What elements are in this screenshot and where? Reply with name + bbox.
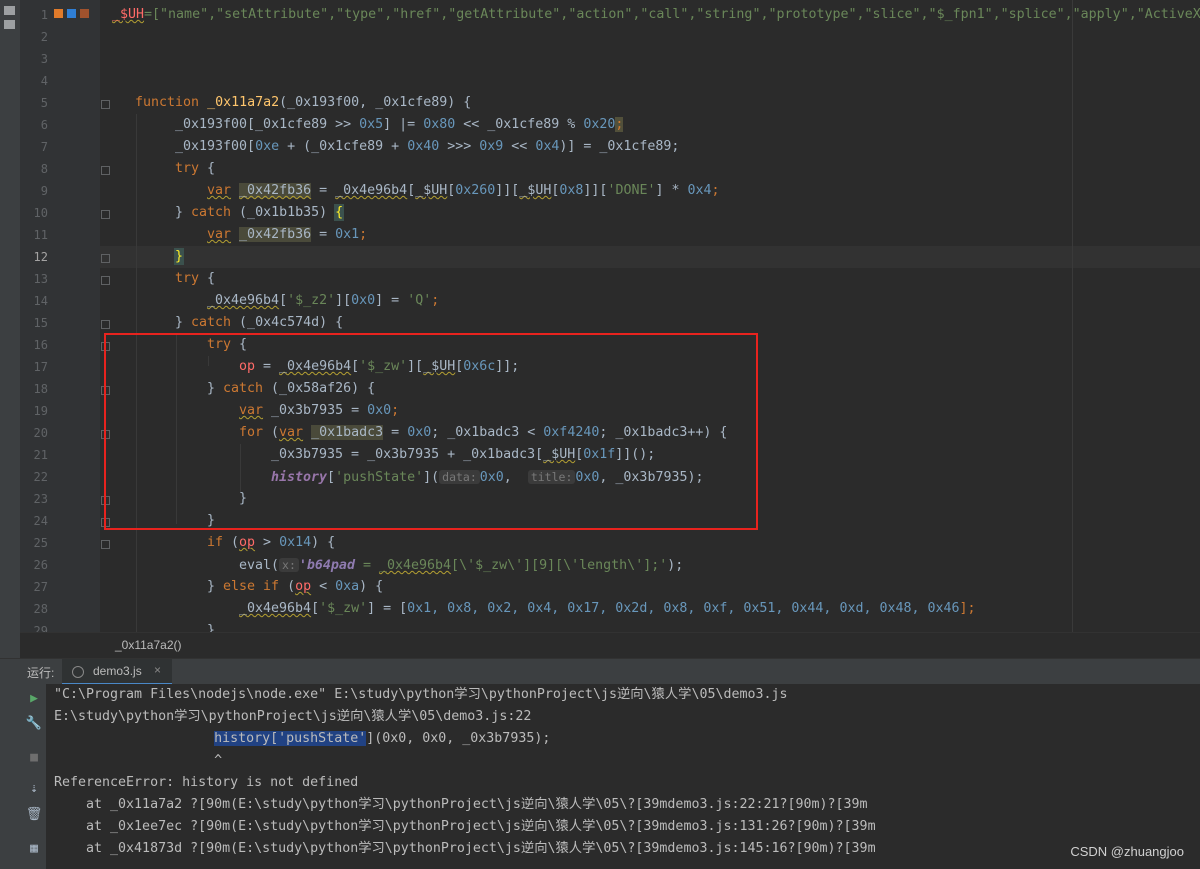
- code-line-5: function _0x11a7a2(_0x193f00, _0x1cfe89)…: [135, 95, 472, 110]
- line-number: 6: [40, 118, 48, 132]
- code-line-12: }: [173, 248, 185, 265]
- file-marker-icon: [67, 9, 76, 18]
- console-output[interactable]: "C:\Program Files\nodejs\node.exe" E:\st…: [46, 684, 1200, 869]
- param-hint-x: x:: [279, 558, 299, 572]
- line-number: 19: [33, 404, 48, 418]
- line-number: 21: [33, 448, 48, 462]
- layout-icon[interactable]: ▦: [26, 840, 42, 856]
- code-line-8: try {: [175, 161, 216, 176]
- code-line-1: _$UH=["name","setAttribute","type","href…: [112, 7, 1200, 22]
- wrench-icon[interactable]: 🔧: [26, 715, 42, 731]
- code-line-26: eval(x:'b64pad = _0x4e96b4[\'$_zw\'][9][…: [239, 558, 684, 573]
- fold-marker-icon[interactable]: [101, 254, 110, 263]
- tab-demo3-js[interactable]: demo3.js ×: [62, 659, 172, 685]
- right-margin-guide: [1072, 0, 1073, 632]
- trash-icon[interactable]: 🗑: [26, 806, 43, 822]
- fold-marker-icon[interactable]: [101, 166, 110, 175]
- tab-label: demo3.js: [93, 664, 142, 678]
- scroll-to-end-icon[interactable]: ⇣: [26, 780, 42, 796]
- line-number: 11: [33, 228, 48, 242]
- rerun-icon[interactable]: ▶: [26, 690, 42, 706]
- line-number: 5: [40, 96, 48, 110]
- structure-icon[interactable]: [4, 20, 15, 29]
- line-number: 4: [40, 74, 48, 88]
- current-line-highlight: [100, 246, 1200, 268]
- run-toolbar: ▶ 🔧 ■ ⇣ 🗑 ▦: [0, 684, 46, 869]
- code-line-14: _0x4e96b4['$_z2'][0x0] = 'Q';: [207, 293, 440, 308]
- console-line: "C:\Program Files\nodejs\node.exe" E:\st…: [54, 687, 788, 702]
- selected-text: history['pushState': [214, 731, 367, 746]
- left-tool-strip: [0, 0, 21, 660]
- run-panel-label: 运行:: [27, 666, 55, 680]
- code-line-25: if (op > 0x14) {: [207, 535, 336, 550]
- line-number: 14: [33, 294, 48, 308]
- code-line-15: } catch (_0x4c574d) {: [175, 315, 344, 330]
- code-line-28: _0x4e96b4['$_zw'] = [0x1, 0x8, 0x2, 0x4,…: [239, 601, 976, 616]
- breadcrumb-bar: _0x11a7a2(): [20, 632, 1200, 659]
- code-line-6: _0x193f00[_0x1cfe89 >> 0x5] |= 0x80 << _…: [175, 117, 624, 132]
- code-line-13: try {: [175, 271, 216, 286]
- line-number: 13: [33, 272, 48, 286]
- breadcrumb[interactable]: _0x11a7a2(): [115, 638, 182, 652]
- fold-marker-icon[interactable]: [101, 210, 110, 219]
- fold-marker-icon[interactable]: [101, 320, 110, 329]
- line-number: 1: [40, 8, 48, 22]
- fold-marker-icon[interactable]: [101, 100, 110, 109]
- line-number: 26: [33, 558, 48, 572]
- console-line: ^: [54, 753, 223, 768]
- project-icon[interactable]: [4, 6, 15, 15]
- file-marker-icon: [54, 9, 63, 18]
- line-number: 18: [33, 382, 48, 396]
- stop-icon[interactable]: ■: [26, 749, 42, 765]
- code-line-9: var _0x42fb36 = _0x4e96b4[_$UH[0x260]][_…: [207, 183, 720, 198]
- code-line-11: var _0x42fb36 = 0x1;: [207, 227, 368, 242]
- line-number: 28: [33, 602, 48, 616]
- run-panel-header: 运行: demo3.js ×: [0, 658, 1200, 686]
- line-number: 2: [40, 30, 48, 44]
- console-line: at _0x1ee7ec ?[90m(E:\study\python学习\pyt…: [54, 819, 876, 834]
- fold-marker-icon[interactable]: [101, 276, 110, 285]
- console-line: history['pushState'](0x0, 0x0, _0x3b7935…: [214, 731, 551, 746]
- line-number: 27: [33, 580, 48, 594]
- annotation-red-box: [104, 333, 758, 530]
- line-number: 16: [33, 338, 48, 352]
- code-line-10: } catch (_0x1b1b35) {: [175, 204, 345, 221]
- code-line-29: }: [207, 623, 216, 632]
- line-number: 12: [33, 250, 48, 264]
- fold-marker-icon[interactable]: [101, 540, 110, 549]
- line-number: 8: [40, 162, 48, 176]
- line-number: 15: [33, 316, 48, 330]
- code-line-27: } else if (op < 0xa) {: [207, 579, 384, 594]
- console-line: E:\study\python学习\pythonProject\js逆向\猿人学…: [54, 709, 532, 724]
- line-number: 17: [33, 360, 48, 374]
- line-number: 10: [33, 206, 48, 220]
- line-number: 25: [33, 536, 48, 550]
- code-editor[interactable]: _$UH=["name","setAttribute","type","href…: [20, 0, 1200, 632]
- line-number: 23: [33, 492, 48, 506]
- file-marker-icon: [80, 9, 89, 18]
- watermark: CSDN @zhuangjoo: [1070, 844, 1184, 859]
- line-number: 20: [33, 426, 48, 440]
- line-number: 9: [40, 184, 48, 198]
- code-line-7: _0x193f00[0xe + (_0x1cfe89 + 0x40 >>> 0x…: [175, 139, 680, 154]
- line-number: 24: [33, 514, 48, 528]
- line-number: 22: [33, 470, 48, 484]
- line-number: 3: [40, 52, 48, 66]
- console-line: ReferenceError: history is not defined: [54, 775, 359, 790]
- console-line: at _0x41873d ?[90m(E:\study\python学习\pyt…: [54, 841, 876, 856]
- line-number: 7: [40, 140, 48, 154]
- nodejs-file-icon: [72, 666, 84, 678]
- tab-close-icon[interactable]: ×: [154, 663, 161, 677]
- line-number: 29: [33, 624, 48, 632]
- console-line: at _0x11a7a2 ?[90m(E:\study\python学习\pyt…: [54, 797, 868, 812]
